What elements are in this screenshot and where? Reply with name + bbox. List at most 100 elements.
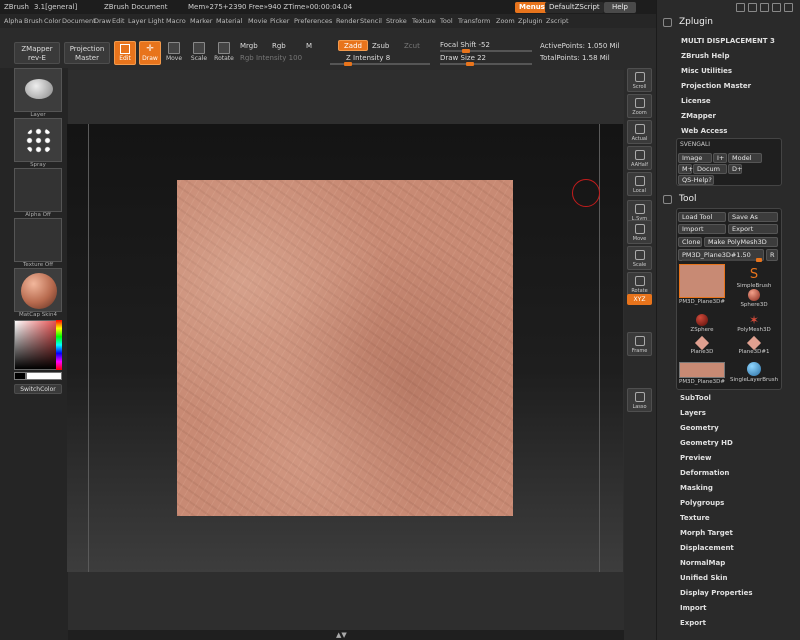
draw-size-knob[interactable] [466, 62, 475, 66]
tool-pm3d-plane-2-thumb[interactable]: PM3D_Plane3D# [678, 362, 726, 385]
svengali-qs-help-button[interactable]: QS-Help? [678, 175, 714, 185]
menu-macro[interactable]: Macro [166, 17, 186, 25]
menu-light[interactable]: Light [148, 17, 164, 25]
zadd-button[interactable]: Zadd [338, 40, 368, 51]
svengali-model-button[interactable]: Model [728, 153, 762, 163]
zmapper-button[interactable]: ZMapper rev-E [14, 42, 60, 64]
zplugin-license[interactable]: License [681, 97, 711, 105]
scale-button[interactable]: Scale [189, 42, 209, 62]
tool-polymesh3d-thumb[interactable]: ✶ PolyMesh3D [730, 314, 778, 333]
tool-subpalette-subtool[interactable]: SubTool [680, 394, 711, 402]
tool-sphere3d-thumb[interactable]: Sphere3D [730, 289, 778, 308]
zplugin-projection-master[interactable]: Projection Master [681, 82, 751, 90]
tool-subpalette-geometry-hd[interactable]: Geometry HD [680, 439, 733, 447]
scale-button[interactable]: Scale [627, 246, 652, 270]
clone-button[interactable]: Clone [678, 237, 702, 247]
expand-icon[interactable] [663, 195, 672, 204]
focal-shift-track[interactable] [440, 49, 532, 53]
m-button[interactable]: M [306, 42, 312, 50]
tool-subpalette-masking[interactable]: Masking [680, 484, 713, 492]
menu-picker[interactable]: Picker [270, 17, 289, 25]
menu-layer[interactable]: Layer [128, 17, 146, 25]
menu-zplugin[interactable]: Zplugin [518, 17, 543, 25]
save-as-button[interactable]: Save As [728, 212, 778, 222]
color-picker[interactable] [14, 320, 62, 370]
layout-icon[interactable] [760, 3, 769, 12]
tool-subpalette-normalmap[interactable]: NormalMap [680, 559, 725, 567]
menu-stroke[interactable]: Stroke [386, 17, 407, 25]
edit-button[interactable]: Edit [114, 41, 136, 65]
bottom-tray-toggle-icon[interactable]: ▲▼ [336, 631, 347, 639]
svengali-document-plus-button[interactable]: D+ [728, 164, 742, 174]
svengali-image-plus-button[interactable]: I+ [713, 153, 727, 163]
zplugin-web-access[interactable]: Web Access [681, 127, 727, 135]
tool-subpalette-displacement[interactable]: Displacement [680, 544, 734, 552]
close-icon[interactable] [784, 3, 793, 12]
tool-plane3d-1-thumb[interactable]: Plane3D#1 [730, 335, 778, 355]
menu-marker[interactable]: Marker [190, 17, 212, 25]
menu-stencil[interactable]: Stencil [360, 17, 382, 25]
move-button[interactable]: Move [627, 220, 652, 244]
tool-subpalette-preview[interactable]: Preview [680, 454, 712, 462]
zplugin-palette-header[interactable]: Zplugin [657, 16, 800, 30]
menu-document[interactable]: Document [62, 17, 96, 25]
rotate-button[interactable]: Rotate [214, 42, 234, 62]
expand-icon[interactable] [663, 18, 672, 27]
zcut-button[interactable]: Zcut [404, 42, 420, 50]
hue-strip[interactable] [56, 320, 62, 370]
draw-size-track[interactable] [440, 62, 532, 66]
tool-pm3d-plane-thumb[interactable]: PM3D_Plane3D# [678, 264, 726, 305]
tool-subpalette-geometry[interactable]: Geometry [680, 424, 719, 432]
menu-texture[interactable]: Texture [412, 17, 436, 25]
rgb-button[interactable]: Rgb [272, 42, 286, 50]
svengali-image-button[interactable]: Image [678, 153, 712, 163]
menu-transform[interactable]: Transform [458, 17, 490, 25]
zoom-button[interactable]: Zoom [627, 94, 652, 118]
projection-master-button[interactable]: Projection Master [64, 42, 110, 64]
zplugin-zmapper[interactable]: ZMapper [681, 112, 716, 120]
tool-simplebrush-thumb[interactable]: S SimpleBrush [730, 264, 778, 290]
spray-stroke-thumb[interactable] [14, 118, 62, 162]
main-color-swatch[interactable] [14, 372, 26, 380]
menu-zoom[interactable]: Zoom [496, 17, 515, 25]
rgb-intensity-slider[interactable]: Rgb Intensity 100 [240, 54, 302, 62]
move-button[interactable]: Move [164, 42, 184, 62]
texture-thumb[interactable] [14, 218, 62, 262]
material-thumb[interactable] [14, 268, 62, 312]
tool-subdiv-knob[interactable] [756, 258, 762, 262]
menu-preferences[interactable]: Preferences [294, 17, 332, 25]
rotate-button[interactable]: Rotate [627, 272, 652, 296]
zplugin-multi-displacement[interactable]: MULTI DISPLACEMENT 3 [681, 37, 775, 45]
tool-palette-header[interactable]: Tool [657, 193, 800, 207]
alpha-thumb[interactable] [14, 168, 62, 212]
tool-subpalette-morph-target[interactable]: Morph Target [680, 529, 733, 537]
import-tool-button[interactable]: Import [678, 224, 726, 234]
load-tool-button[interactable]: Load Tool [678, 212, 726, 222]
aahalf-button[interactable]: AAHalf [627, 146, 652, 170]
menu-movie[interactable]: Movie [248, 17, 267, 25]
default-zscript-button[interactable]: DefaultZScript [545, 2, 604, 13]
frame-button[interactable]: Frame [627, 332, 652, 356]
tool-subdiv-track[interactable] [682, 258, 762, 262]
tool-subpalette-export[interactable]: Export [680, 619, 706, 627]
tool-zsphere-thumb[interactable]: ZSphere [678, 314, 726, 333]
mrgb-button[interactable]: Mrgb [240, 42, 258, 50]
z-intensity-track[interactable] [330, 62, 430, 66]
local-button[interactable]: Local [627, 172, 652, 196]
draw-size-slider[interactable]: Draw Size 22 [440, 54, 486, 62]
secondary-color-swatch[interactable] [26, 372, 62, 380]
zsub-button[interactable]: Zsub [372, 42, 389, 50]
layer-brush-thumb[interactable] [14, 68, 62, 112]
make-polymesh3d-button[interactable]: Make PolyMesh3D [704, 237, 778, 247]
z-intensity-knob[interactable] [344, 62, 352, 66]
menu-draw[interactable]: Draw [94, 17, 111, 25]
lasso-button[interactable]: Lasso [627, 388, 652, 412]
restore-icon[interactable] [748, 3, 757, 12]
menu-zscript[interactable]: Zscript [546, 17, 569, 25]
menu-tool[interactable]: Tool [440, 17, 453, 25]
menu-color[interactable]: Color [44, 17, 61, 25]
actual-button[interactable]: Actual [627, 120, 652, 144]
focal-shift-slider[interactable]: Focal Shift -52 [440, 41, 490, 49]
help-button[interactable]: Help [604, 2, 636, 13]
menu-edit[interactable]: Edit [112, 17, 125, 25]
